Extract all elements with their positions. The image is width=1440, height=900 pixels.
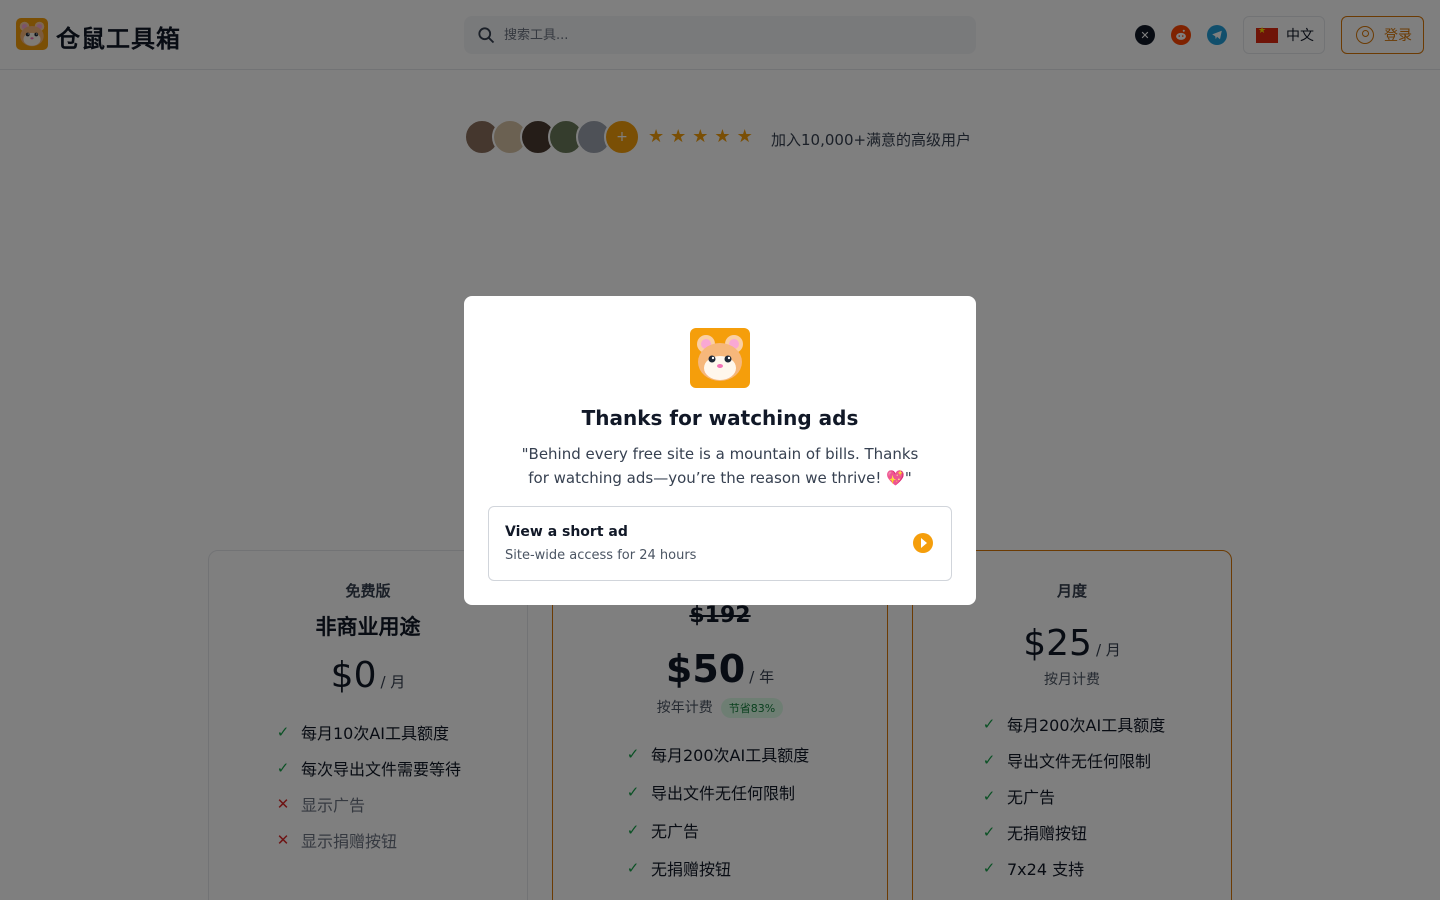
- view-ad-button[interactable]: View a short ad Site-wide access for 24 …: [488, 506, 952, 581]
- ad-option-title: View a short ad: [505, 524, 628, 540]
- ad-option-subtitle: Site-wide access for 24 hours: [505, 548, 697, 563]
- hamster-logo-icon: [690, 328, 750, 388]
- play-icon: [913, 533, 933, 553]
- modal-title: Thanks for watching ads: [581, 406, 859, 430]
- modal-description: "Behind every free site is a mountain of…: [521, 445, 919, 487]
- ad-thanks-modal: Thanks for watching ads "Behind every fr…: [464, 296, 976, 605]
